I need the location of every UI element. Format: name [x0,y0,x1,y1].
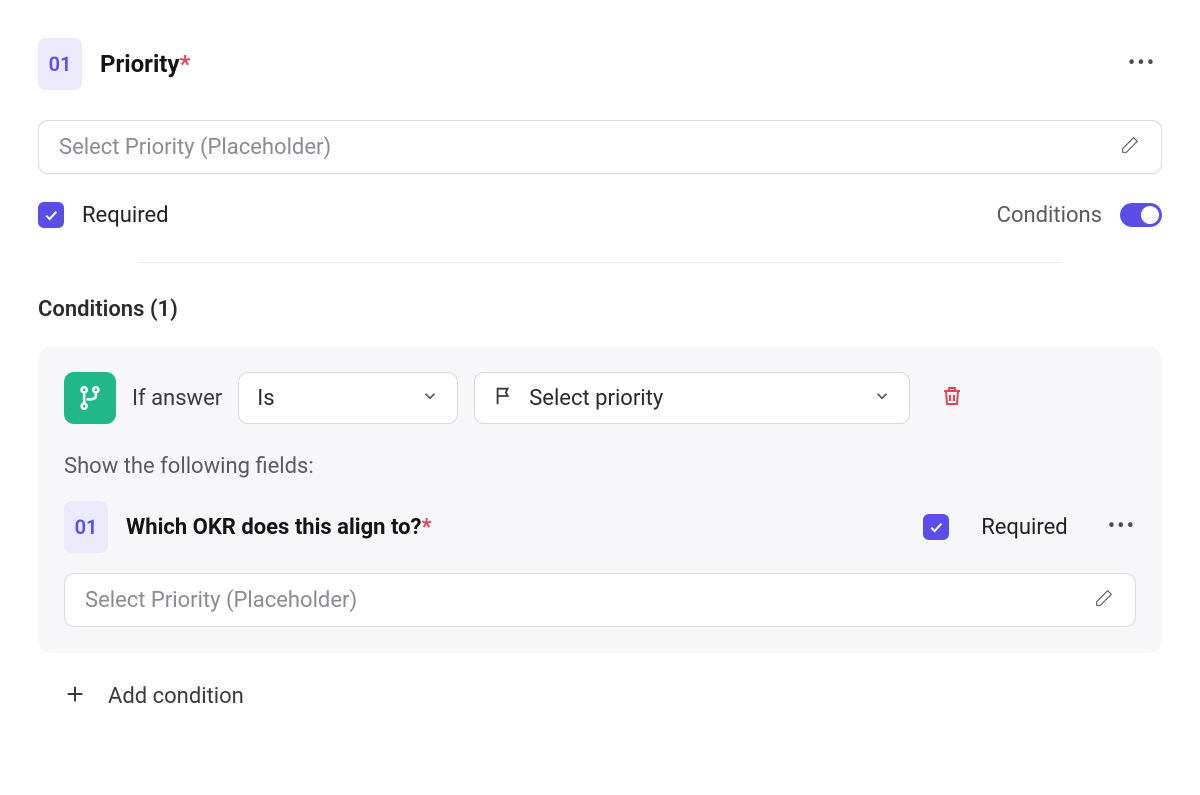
add-condition-button[interactable]: Add condition [38,683,1162,709]
flag-icon [493,385,515,411]
subfield-title: Which OKR does this align to?* [126,515,905,540]
show-fields-label: Show the following fields: [64,454,1136,479]
required-checkbox[interactable] [38,202,64,228]
field-title: Priority* [100,50,1104,78]
value-placeholder: Select priority [529,386,859,411]
required-star-icon: * [180,50,191,78]
divider [138,262,1062,263]
subfield-number-badge: 01 [64,501,108,553]
subfield-required-label: Required [981,515,1068,540]
chevron-down-icon [873,387,891,409]
field-more-button[interactable]: ••• [1122,44,1162,84]
plus-icon [64,683,86,709]
value-dropdown[interactable]: Select priority [474,372,910,424]
priority-select[interactable]: Select Priority (Placeholder) [38,120,1162,174]
conditions-toggle-label: Conditions [997,203,1102,228]
subfield-placeholder: Select Priority (Placeholder) [85,588,1081,613]
edit-icon[interactable] [1119,134,1141,160]
required-label: Required [82,203,169,228]
subfield-required-checkbox[interactable] [923,514,949,540]
operator-value: Is [257,386,407,411]
field-number: 01 [49,52,72,76]
branch-icon [64,372,116,424]
condition-card: If answer Is Select priority Show the fo… [38,346,1162,653]
operator-dropdown[interactable]: Is [238,372,458,424]
edit-icon[interactable] [1093,587,1115,613]
conditions-toggle[interactable] [1120,203,1162,227]
if-answer-label: If answer [132,386,222,411]
field-title-text: Priority [100,50,180,78]
conditions-heading: Conditions (1) [38,297,1162,322]
subfield-title-text: Which OKR does this align to? [126,515,421,540]
subfield-number: 01 [75,515,98,539]
add-condition-label: Add condition [108,684,244,709]
priority-placeholder: Select Priority (Placeholder) [59,135,1107,160]
delete-condition-button[interactable] [940,384,964,412]
subfield-priority-select[interactable]: Select Priority (Placeholder) [64,573,1136,627]
field-number-badge: 01 [38,38,82,90]
required-star-icon: * [421,515,431,540]
chevron-down-icon [421,387,439,409]
